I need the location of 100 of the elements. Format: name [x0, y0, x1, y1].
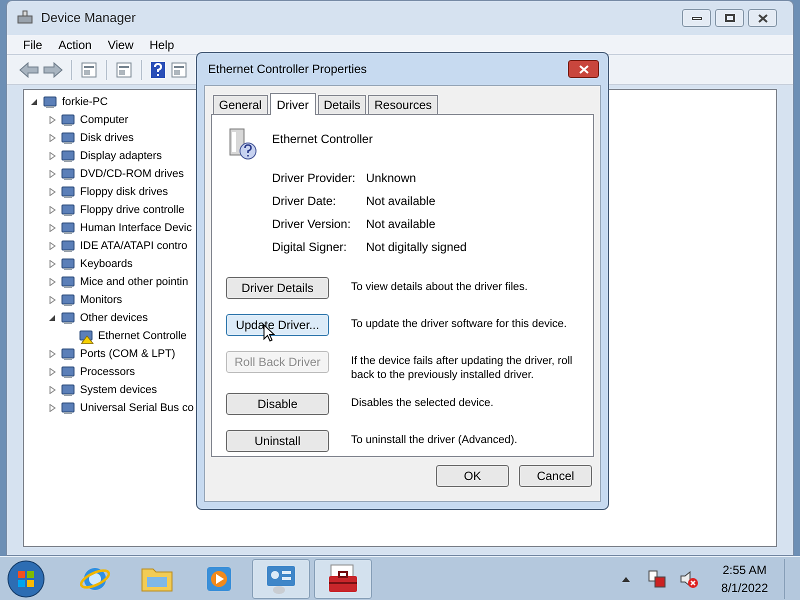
tree-item[interactable]: Display adapters — [80, 148, 162, 164]
tray-arrow-icon[interactable] — [621, 574, 632, 582]
tree-item[interactable]: Other devices — [80, 310, 148, 326]
network-warning-icon[interactable] — [647, 568, 668, 588]
device-warning-icon — [78, 328, 94, 344]
dialog-title: Ethernet Controller Properties — [208, 61, 367, 78]
device-name: Ethernet Controller — [272, 131, 373, 148]
tree-item[interactable]: Processors — [80, 364, 136, 380]
console-tree-icon[interactable] — [80, 60, 98, 78]
tab[interactable]: General — [213, 95, 268, 114]
device-icon — [60, 292, 76, 308]
device-icon — [42, 94, 58, 110]
tab[interactable]: Resources — [368, 95, 438, 114]
device-icon — [60, 184, 76, 200]
window-title: Device Manager — [41, 9, 136, 28]
back-arrow-icon[interactable] — [19, 62, 39, 78]
device-icon — [60, 220, 76, 236]
close-button[interactable] — [568, 60, 599, 78]
property-label: Driver Provider: — [272, 171, 356, 186]
property-label: Driver Date: — [272, 194, 338, 209]
close-button[interactable] — [748, 9, 777, 27]
clock-date[interactable]: 8/1/2022 — [721, 578, 768, 596]
menu-item[interactable]: Action — [52, 36, 98, 54]
close-icon — [578, 64, 588, 74]
collapse-arrow-icon[interactable] — [30, 98, 38, 106]
menu-item[interactable]: File — [17, 36, 48, 54]
expand-arrow-icon[interactable] — [48, 206, 56, 214]
device-icon — [60, 310, 76, 326]
expand-arrow-icon[interactable] — [48, 224, 56, 232]
tree-item[interactable]: Ports (COM & LPT) — [80, 346, 176, 362]
tree-item[interactable]: Floppy drive controlle — [80, 202, 185, 218]
computer-icon — [17, 10, 33, 26]
start-button-icon[interactable] — [6, 558, 46, 598]
expand-arrow-icon[interactable] — [48, 278, 56, 286]
device-icon — [60, 274, 76, 290]
collapse-arrow-icon[interactable] — [48, 314, 56, 322]
action-description: Disables the selected device. — [351, 396, 494, 410]
minimize-button[interactable] — [682, 9, 711, 27]
speaker-muted-icon[interactable] — [679, 568, 700, 588]
property-label: Digital Signer: — [272, 240, 348, 255]
expand-arrow-icon[interactable] — [48, 350, 56, 358]
forward-arrow-icon[interactable] — [43, 62, 63, 78]
device-icon — [60, 202, 76, 218]
property-value: Unknown — [366, 171, 418, 186]
device-icon — [60, 382, 76, 398]
tree-item[interactable]: Floppy disk drives — [80, 184, 168, 200]
tab[interactable]: Driver — [270, 93, 316, 115]
tree-item[interactable]: System devices — [80, 382, 158, 398]
action-pane-icon[interactable] — [170, 60, 188, 78]
expand-arrow-icon[interactable] — [48, 152, 56, 160]
tree-item[interactable]: Ethernet Controlle — [98, 328, 187, 344]
device-icon — [60, 112, 76, 128]
device-icon — [60, 346, 76, 362]
expand-arrow-icon[interactable] — [48, 134, 56, 142]
expand-arrow-icon[interactable] — [48, 368, 56, 376]
property-label: Driver Version: — [272, 217, 352, 232]
action-description: To update the driver software for this device. — [351, 317, 568, 331]
expand-arrow-icon[interactable] — [48, 296, 56, 304]
tree-item[interactable]: IDE ATA/ATAPI contro — [80, 238, 188, 254]
expand-arrow-icon[interactable] — [48, 386, 56, 394]
action-button[interactable]: Disable — [226, 393, 329, 415]
tree-item[interactable]: forkie-PC — [62, 94, 108, 110]
action-button[interactable]: Uninstall — [226, 430, 329, 452]
tree-item[interactable]: Keyboards — [80, 256, 133, 272]
expand-arrow-icon[interactable] — [48, 404, 56, 412]
device-icon — [60, 166, 76, 182]
properties-icon[interactable] — [115, 60, 133, 78]
tree-item[interactable]: Mice and other pointin — [80, 274, 188, 290]
restore-button[interactable] — [715, 9, 744, 27]
tab[interactable]: Details — [318, 95, 366, 114]
menu-item[interactable]: View — [102, 36, 140, 54]
device-icon — [60, 256, 76, 272]
tree-item[interactable]: DVD/CD-ROM drives — [80, 166, 184, 182]
close-icon — [758, 14, 768, 22]
expand-arrow-icon[interactable] — [48, 116, 56, 124]
clock-time[interactable]: 2:55 AM — [722, 560, 767, 578]
taskbar-button[interactable] — [314, 558, 372, 598]
property-value: Not available — [366, 217, 436, 232]
device-icon — [60, 400, 76, 416]
menu-item[interactable]: Help — [144, 36, 180, 54]
dialog-button[interactable]: OK — [436, 465, 509, 487]
device-icon — [60, 130, 76, 146]
tree-item[interactable]: Computer — [80, 112, 128, 128]
tree-item[interactable]: Monitors — [80, 292, 122, 308]
device-icon — [60, 148, 76, 164]
device-icon — [60, 238, 76, 254]
property-value: Not digitally signed — [366, 240, 468, 255]
action-description: To uninstall the driver (Advanced). — [351, 433, 518, 447]
tree-item[interactable]: Human Interface Devic — [80, 220, 192, 236]
action-description: If the device fails after updating the driver, roll back to the previously installed driver. — [351, 354, 574, 382]
action-description: To view details about the driver files. — [351, 280, 529, 294]
tree-item[interactable]: Disk drives — [80, 130, 134, 146]
dialog-button[interactable]: Cancel — [519, 465, 592, 487]
help-icon[interactable] — [150, 60, 166, 78]
expand-arrow-icon[interactable] — [48, 242, 56, 250]
expand-arrow-icon[interactable] — [48, 260, 56, 268]
tree-item[interactable]: Universal Serial Bus co — [80, 400, 194, 416]
action-button[interactable]: Driver Details — [226, 277, 329, 299]
expand-arrow-icon[interactable] — [48, 170, 56, 178]
expand-arrow-icon[interactable] — [48, 188, 56, 196]
